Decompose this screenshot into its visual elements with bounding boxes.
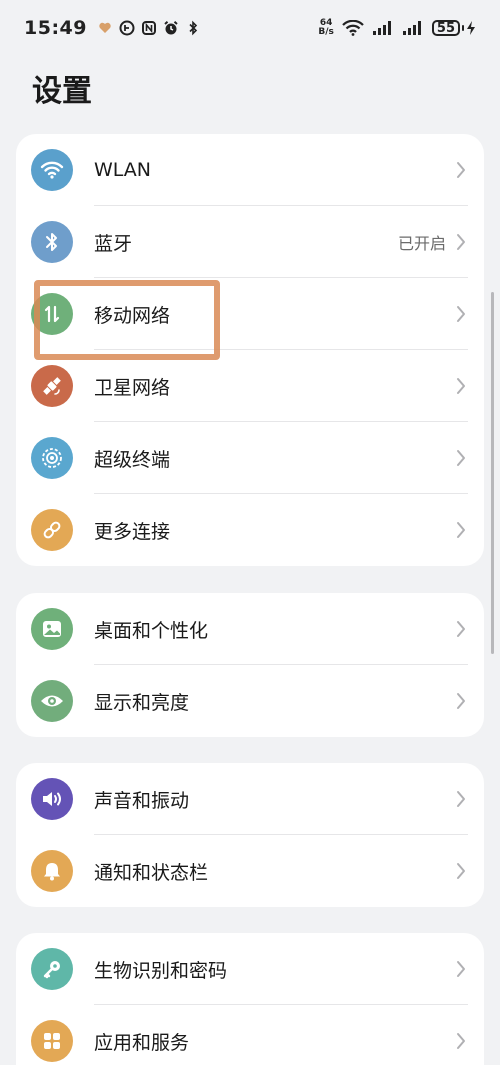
settings-item-label: 蓝牙 bbox=[94, 232, 133, 255]
settings-item-sound-vibration[interactable]: 声音和振动 bbox=[16, 763, 484, 835]
eye-icon bbox=[31, 680, 73, 722]
settings-item-display-brightness[interactable]: 显示和亮度 bbox=[16, 665, 484, 737]
chevron-right-icon bbox=[454, 520, 468, 540]
satellite-icon bbox=[31, 365, 73, 407]
settings-item-wlan[interactable]: WLAN bbox=[16, 134, 484, 206]
settings-item-desktop-personalization[interactable]: 桌面和个性化 bbox=[16, 593, 484, 665]
wallpaper-icon bbox=[31, 608, 73, 650]
settings-group-sound-notifications: 声音和振动 通知和状态栏 bbox=[16, 763, 484, 907]
settings-item-biometrics-password[interactable]: 生物识别和密码 bbox=[16, 933, 484, 1005]
charging-icon bbox=[466, 20, 476, 36]
settings-item-label: 通知和状态栏 bbox=[94, 861, 209, 884]
status-bar: 15:49 64 B/s 55 bbox=[0, 0, 500, 56]
chevron-right-icon bbox=[454, 304, 468, 324]
settings-item-label: 生物识别和密码 bbox=[94, 959, 228, 982]
heart-notification-icon bbox=[97, 20, 113, 36]
battery-level: 55 bbox=[431, 20, 460, 36]
super-device-icon bbox=[31, 437, 73, 479]
settings-item-label: 移动网络 bbox=[94, 304, 171, 327]
chevron-right-icon bbox=[454, 448, 468, 468]
status-right: 64 B/s 55 bbox=[318, 19, 476, 37]
cell-signal-2-icon bbox=[402, 20, 424, 36]
settings-item-more-connections[interactable]: 更多连接 bbox=[16, 494, 484, 566]
settings-group-display: 桌面和个性化 显示和亮度 bbox=[16, 593, 484, 737]
chevron-right-icon bbox=[454, 959, 468, 979]
settings-item-apps-services[interactable]: 应用和服务 bbox=[16, 1005, 484, 1065]
status-left: 15:49 bbox=[24, 17, 201, 39]
chevron-right-icon bbox=[454, 619, 468, 639]
chevron-right-icon bbox=[454, 376, 468, 396]
alarm-icon bbox=[163, 20, 179, 36]
settings-item-label: WLAN bbox=[94, 159, 152, 181]
wifi-signal-icon bbox=[342, 20, 364, 36]
chevron-right-icon bbox=[454, 160, 468, 180]
wifi-icon bbox=[31, 149, 73, 191]
battery-cap bbox=[462, 25, 464, 31]
settings-item-notifications-status-bar[interactable]: 通知和状态栏 bbox=[16, 835, 484, 907]
mobile-data-icon bbox=[31, 293, 73, 335]
settings-item-satellite-network[interactable]: 卫星网络 bbox=[16, 350, 484, 422]
settings-item-label: 应用和服务 bbox=[94, 1031, 190, 1054]
page-title: 设置 bbox=[32, 74, 92, 109]
bluetooth-status-icon bbox=[185, 20, 201, 36]
net-speed-unit: B/s bbox=[318, 27, 334, 37]
status-time: 15:49 bbox=[24, 17, 87, 39]
volume-icon bbox=[31, 778, 73, 820]
chevron-right-icon bbox=[454, 861, 468, 881]
settings-item-label: 显示和亮度 bbox=[94, 691, 190, 714]
net-speed: 64 B/s bbox=[318, 19, 334, 37]
settings-item-label: 桌面和个性化 bbox=[94, 619, 209, 642]
settings-item-label: 更多连接 bbox=[94, 520, 171, 543]
settings-item-bluetooth[interactable]: 蓝牙 已开启 bbox=[16, 206, 484, 278]
settings-group-security-apps: 生物识别和密码 应用和服务 bbox=[16, 933, 484, 1065]
link-icon bbox=[31, 509, 73, 551]
bell-icon bbox=[31, 850, 73, 892]
settings-item-label: 声音和振动 bbox=[94, 789, 190, 812]
cell-signal-1-icon bbox=[372, 20, 394, 36]
apps-icon bbox=[31, 1020, 73, 1062]
settings-item-label: 超级终端 bbox=[94, 448, 171, 471]
scrollbar[interactable] bbox=[491, 292, 494, 654]
bluetooth-status-value: 已开启 bbox=[397, 234, 446, 253]
bluetooth-icon bbox=[31, 221, 73, 263]
app-notification-icon bbox=[119, 20, 135, 36]
key-icon bbox=[31, 948, 73, 990]
settings-group-connectivity: WLAN 蓝牙 已开启 移动网络 卫星网络 超级终端 更多连接 bbox=[16, 134, 484, 566]
battery: 55 bbox=[431, 20, 476, 36]
settings-item-super-device[interactable]: 超级终端 bbox=[16, 422, 484, 494]
nfc-icon bbox=[141, 20, 157, 36]
chevron-right-icon bbox=[454, 789, 468, 809]
settings-item-label: 卫星网络 bbox=[94, 376, 171, 399]
settings-item-mobile-network[interactable]: 移动网络 bbox=[16, 278, 484, 350]
chevron-right-icon bbox=[454, 691, 468, 711]
chevron-right-icon bbox=[454, 232, 468, 252]
chevron-right-icon bbox=[454, 1031, 468, 1051]
